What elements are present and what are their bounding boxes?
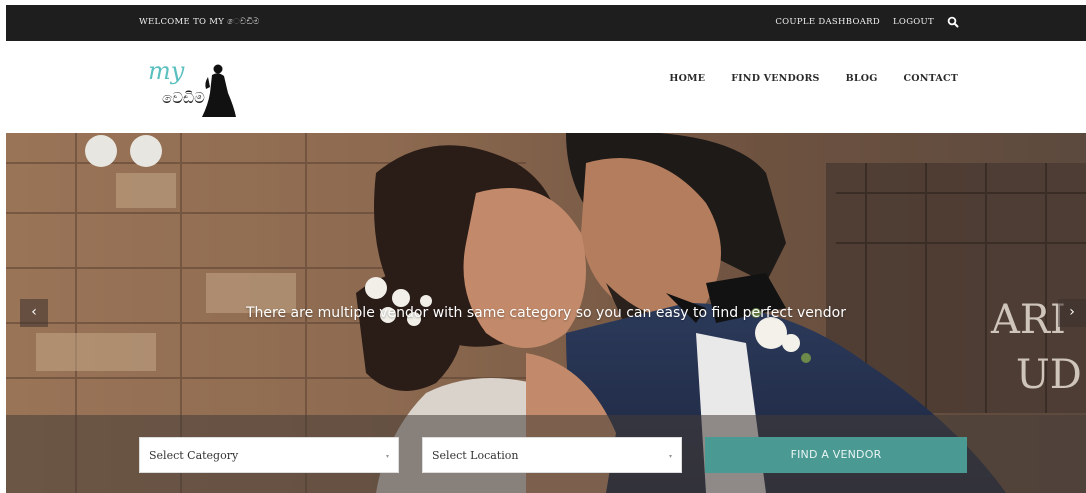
slider-next-button[interactable]: › <box>1058 299 1086 327</box>
welcome-text: WELCOME TO MY ෙවඩිම <box>139 17 260 27</box>
logo-text-bottom: වෙඩිම <box>162 89 205 107</box>
nav-home[interactable]: HOME <box>669 73 705 84</box>
top-bar: WELCOME TO MY ෙවඩිම COUPLE DASHBOARD LOG… <box>6 5 1086 41</box>
chevron-right-icon: › <box>1069 304 1075 320</box>
slider-prev-button[interactable]: ‹ <box>20 299 48 327</box>
chevron-left-icon: ‹ <box>31 304 37 320</box>
hero-slider: ARI UD There are multiple vendor with sa… <box>6 133 1086 493</box>
category-select[interactable]: Select Category ▾ <box>139 437 399 473</box>
page: WELCOME TO MY ෙවඩිම COUPLE DASHBOARD LOG… <box>6 5 1086 493</box>
nav-find-vendors[interactable]: FIND VENDORS <box>731 73 819 84</box>
hero-caption: There are multiple vendor with same cate… <box>246 305 846 321</box>
nav-contact[interactable]: CONTACT <box>904 73 958 84</box>
logout-link[interactable]: LOGOUT <box>893 17 934 27</box>
couple-dashboard-link[interactable]: COUPLE DASHBOARD <box>775 17 880 27</box>
couple-silhouette-icon <box>202 64 236 117</box>
location-select[interactable]: Select Location ▾ <box>422 437 682 473</box>
site-header: my වෙඩිම HOME FIND VENDORS BLOG CONTACT <box>6 41 1086 133</box>
vendor-search-bar: Select Category ▾ Select Location ▾ FIND… <box>6 415 1086 493</box>
find-vendor-button[interactable]: FIND A VENDOR <box>705 437 967 473</box>
svg-text:UD: UD <box>1016 352 1082 398</box>
top-nav: COUPLE DASHBOARD LOGOUT <box>775 16 959 28</box>
nav-blog[interactable]: BLOG <box>846 73 878 84</box>
chevron-down-icon: ▾ <box>385 453 389 460</box>
search-icon[interactable] <box>947 16 959 28</box>
logo-text-top: my <box>148 57 185 85</box>
chevron-down-icon: ▾ <box>668 453 672 460</box>
category-select-value: Select Category <box>149 449 239 462</box>
location-select-value: Select Location <box>432 449 519 462</box>
main-nav: HOME FIND VENDORS BLOG CONTACT <box>669 73 958 84</box>
site-logo[interactable]: my වෙඩිම <box>146 55 236 117</box>
